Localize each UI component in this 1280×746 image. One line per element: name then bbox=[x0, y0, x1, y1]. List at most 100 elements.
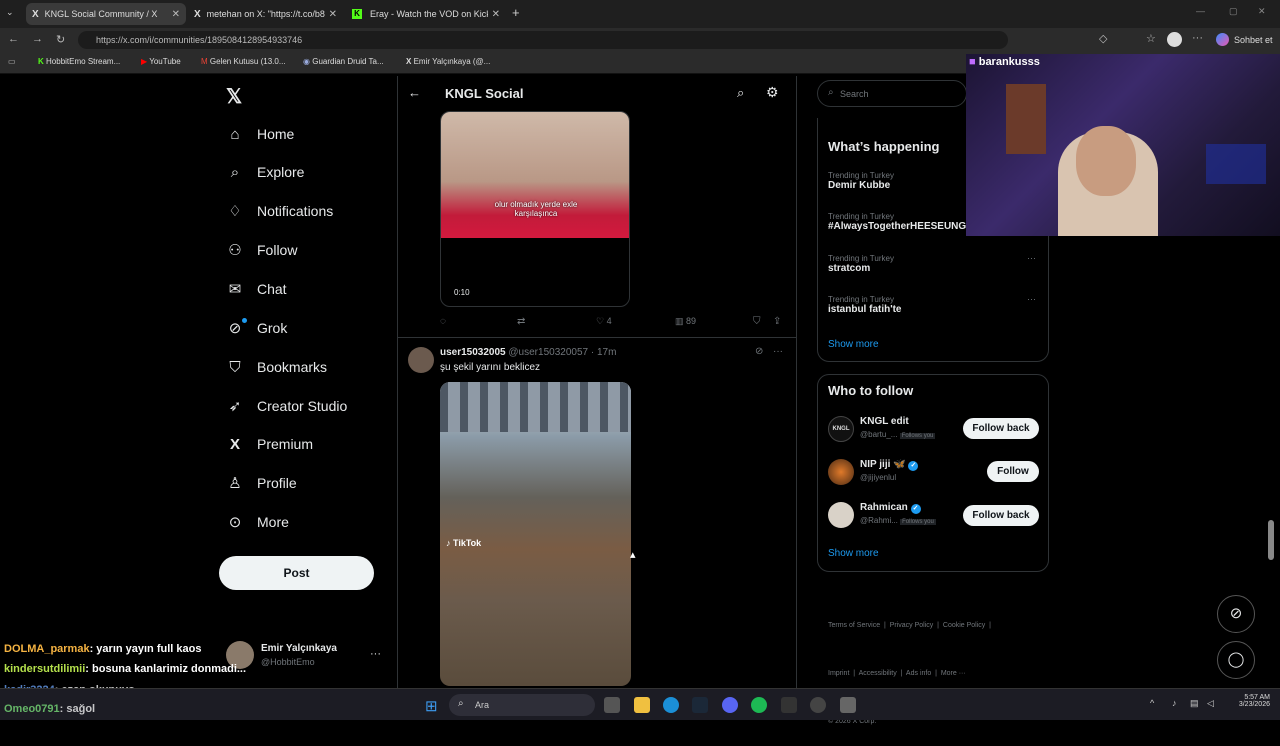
account-name[interactable]: Emir Yalçınkaya bbox=[261, 643, 337, 654]
favorites-icon[interactable]: ☆ bbox=[1146, 32, 1156, 45]
new-tab-icon[interactable]: + bbox=[512, 5, 520, 20]
footer-line[interactable]: Imprint | Accessibility | Ads info | Mor… bbox=[828, 666, 991, 682]
close-icon[interactable]: ✕ bbox=[172, 9, 180, 20]
steam-icon[interactable] bbox=[692, 697, 708, 713]
back-arrow-icon[interactable]: ← bbox=[408, 85, 421, 100]
post1-video[interactable]: olur olmadık yerde exle karşılaşınca 0:1… bbox=[440, 111, 630, 307]
suggestion-avatar[interactable] bbox=[828, 459, 854, 485]
nav-grok[interactable]: ⊘ Grok bbox=[226, 315, 288, 341]
nav-explore[interactable]: ⌕ Explore bbox=[226, 159, 305, 185]
app-icon[interactable] bbox=[810, 697, 826, 713]
tab-eray-kick[interactable]: K Eray - Watch the VOD on Kick ✕ bbox=[346, 3, 506, 25]
bookmark-guardian[interactable]: ◉ Guardian Druid Ta... bbox=[303, 57, 384, 66]
grok-floating-button[interactable]: ⊘ bbox=[1217, 595, 1255, 633]
post-button[interactable]: Post bbox=[219, 556, 374, 590]
task-view-icon[interactable] bbox=[604, 697, 620, 713]
nav-more[interactable]: ⊙ More bbox=[226, 509, 289, 535]
suggestion-name-row[interactable]: NIP jiji 🦋 ✓ bbox=[860, 459, 919, 471]
reply-icon[interactable]: ◌ bbox=[440, 316, 446, 327]
search-box[interactable]: ⌕ Search bbox=[817, 80, 967, 107]
suggestion-avatar[interactable] bbox=[828, 502, 854, 528]
nav-notifications[interactable]: ♢ Notifications bbox=[226, 198, 333, 224]
bookmark-youtube[interactable]: ▶ YouTube bbox=[141, 57, 181, 66]
close-icon[interactable]: ✕ bbox=[492, 9, 500, 20]
extensions-icon[interactable]: ◇ bbox=[1099, 32, 1107, 45]
calculator-icon[interactable] bbox=[840, 697, 856, 713]
menu-dots-icon[interactable]: ··· bbox=[1192, 32, 1203, 44]
tab-metehan[interactable]: X metehan on X: "https://t.co/b81K... ✕ bbox=[188, 3, 343, 25]
discord-icon[interactable] bbox=[722, 697, 738, 713]
nav-premium[interactable]: X Premium bbox=[226, 431, 313, 457]
tab-kngl-social[interactable]: X KNGL Social Community / X ✕ bbox=[26, 3, 186, 25]
nav-follow[interactable]: ⚇ Follow bbox=[226, 237, 297, 263]
page-scrollbar[interactable] bbox=[1268, 520, 1274, 560]
bookmark-emir[interactable]: X Emir Yalçınkaya (@... bbox=[406, 57, 490, 66]
tray-volume-icon[interactable]: ◁ bbox=[1207, 698, 1214, 709]
retweet-icon[interactable]: ⇄ bbox=[517, 316, 525, 327]
trend-item[interactable]: Trending in Turkey Demir Kubbe bbox=[828, 171, 894, 191]
back-icon[interactable]: ← bbox=[8, 33, 19, 45]
profile-avatar[interactable] bbox=[1167, 32, 1182, 47]
file-explorer-icon[interactable] bbox=[634, 697, 650, 713]
tray-network-icon[interactable]: ▤ bbox=[1190, 698, 1199, 709]
nav-bookmarks[interactable]: ⛉ Bookmarks bbox=[226, 354, 327, 380]
url-field[interactable]: https://x.com/i/communities/189508412895… bbox=[78, 31, 1008, 49]
trend-item[interactable]: Trending in Turkey istanbul fatih'te bbox=[828, 295, 902, 315]
post2-avatar[interactable] bbox=[408, 347, 434, 373]
post2-name[interactable]: user15032005 bbox=[440, 347, 506, 358]
tray-mic-icon[interactable]: ♪ bbox=[1172, 698, 1177, 708]
windows-start-icon[interactable]: ⊞ bbox=[425, 697, 438, 715]
share-icon[interactable]: ⇪ bbox=[773, 316, 781, 327]
spotify-icon[interactable] bbox=[751, 697, 767, 713]
suggestion-handle: @bartu_... bbox=[860, 430, 898, 439]
copilot-button[interactable]: Sohbet et bbox=[1216, 33, 1273, 46]
nav-profile[interactable]: ♙ Profile bbox=[226, 470, 296, 496]
tray-chevron-icon[interactable]: ^ bbox=[1150, 698, 1154, 708]
account-more-icon[interactable]: ··· bbox=[370, 648, 381, 660]
messages-floating-button[interactable]: ◯ bbox=[1217, 641, 1255, 679]
settings-gear-icon[interactable]: ⚙ bbox=[766, 84, 779, 101]
nav-creator-studio[interactable]: ➶ Creator Studio bbox=[226, 393, 348, 419]
maximize-icon[interactable]: ▢ bbox=[1229, 6, 1238, 17]
follow-button[interactable]: Follow bbox=[987, 461, 1039, 482]
nav-home[interactable]: ⌂ Home bbox=[226, 121, 294, 147]
tray-clock[interactable]: 5:57 AM 3/23/2026 bbox=[1226, 694, 1270, 708]
minimize-icon[interactable]: — bbox=[1196, 6, 1205, 16]
forward-icon[interactable]: → bbox=[32, 33, 43, 45]
taskbar-search[interactable]: ⌕ Ara bbox=[449, 694, 595, 716]
follow-show-more-link[interactable]: Show more bbox=[828, 548, 879, 559]
views-button[interactable]: ▥ 89 bbox=[675, 316, 696, 327]
trend-item[interactable]: Trending in Turkey stratcom bbox=[828, 254, 894, 274]
footer-links[interactable]: Terms of Service | Privacy Policy | Cook… bbox=[828, 586, 991, 746]
trends-show-more-link[interactable]: Show more bbox=[828, 339, 879, 350]
tab-list-icon[interactable]: ⌄ bbox=[6, 7, 14, 18]
follow-back-button[interactable]: Follow back bbox=[963, 505, 1039, 526]
post2-handle: @user150320057 bbox=[508, 347, 589, 358]
suggestion-name[interactable]: KNGL edit bbox=[860, 416, 909, 427]
person-add-icon: ⚇ bbox=[228, 242, 242, 259]
search-icon[interactable]: ⌕ bbox=[737, 85, 744, 101]
suggestion-avatar[interactable]: KNGL bbox=[828, 416, 854, 442]
post-more-icon[interactable]: ··· bbox=[773, 346, 783, 357]
nav-chat[interactable]: ✉ Chat bbox=[226, 276, 287, 302]
bookmarks-menu-icon[interactable]: ▭ bbox=[8, 57, 16, 66]
trend-item[interactable]: Trending in Turkey #AlwaysTogetherHEESEUN… bbox=[828, 212, 966, 232]
post2-video[interactable]: ♪ TikTok bbox=[440, 382, 631, 686]
trend-more-icon[interactable]: ··· bbox=[1027, 253, 1036, 263]
x-home-logo[interactable]: 𝕏 bbox=[226, 84, 242, 109]
like-button[interactable]: ♡ 4 bbox=[596, 316, 612, 327]
window-close-icon[interactable]: ✕ bbox=[1258, 6, 1266, 17]
edge-icon[interactable] bbox=[663, 697, 679, 713]
bookmark-gmail[interactable]: M Gelen Kutusu (13.0... bbox=[201, 57, 286, 66]
follow-back-button[interactable]: Follow back bbox=[963, 418, 1039, 439]
bookmark-hobbitemo[interactable]: K HobbitEmo Stream... bbox=[38, 57, 120, 66]
reload-icon[interactable]: ↻ bbox=[56, 33, 65, 46]
terminal-icon[interactable] bbox=[781, 697, 797, 713]
bookmark-icon[interactable]: ⛉ bbox=[753, 316, 761, 327]
search-icon: ⌕ bbox=[828, 87, 834, 98]
footer-line[interactable]: Terms of Service | Privacy Policy | Cook… bbox=[828, 618, 991, 634]
trend-more-icon[interactable]: ··· bbox=[1027, 294, 1036, 304]
close-icon[interactable]: ✕ bbox=[329, 9, 337, 20]
suggestion-name-row[interactable]: Rahmican ✓ bbox=[860, 502, 921, 514]
grok-explain-icon[interactable]: ⊘ bbox=[755, 346, 763, 357]
